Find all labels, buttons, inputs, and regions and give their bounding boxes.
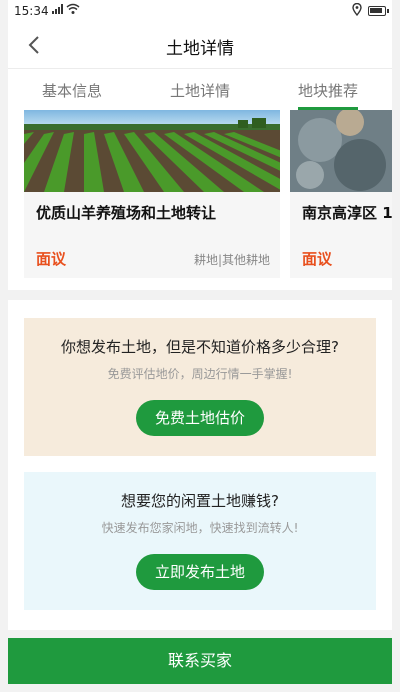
status-bar: 15:34 xyxy=(8,0,392,22)
tab-recommended-plots[interactable]: 地块推荐 xyxy=(264,69,392,110)
land-price: 面议 xyxy=(36,250,67,268)
land-photo xyxy=(24,110,280,192)
land-tags: 耕地|其他耕地 xyxy=(193,253,270,267)
app-frame: 15:34 土地详情 基本信息 土地详情 地块推荐 优质山羊养殖场和土地转让 面… xyxy=(8,0,392,692)
land-photo xyxy=(290,110,392,192)
land-title: 南京高淳区 1 xyxy=(302,204,392,222)
promo-title: 想要您的闲置土地赚钱? xyxy=(121,492,279,510)
tab-land-details[interactable]: 土地详情 xyxy=(136,69,264,110)
land-card[interactable]: 南京高淳区 1 面议 xyxy=(290,110,392,278)
promo-subtitle: 免费评估地价，周边行情一手掌握! xyxy=(107,367,293,381)
signal-icon xyxy=(52,4,64,17)
land-price: 面议 xyxy=(302,250,333,268)
promo-title: 你想发布土地，但是不知道价格多少合理? xyxy=(61,338,339,356)
location-icon xyxy=(352,2,362,19)
price-estimate-banner: 你想发布土地，但是不知道价格多少合理? 免费评估地价，周边行情一手掌握! 免费土… xyxy=(24,318,376,456)
tab-bar: 基本信息 土地详情 地块推荐 xyxy=(8,68,392,110)
page-title: 土地详情 xyxy=(166,39,234,59)
land-title: 优质山羊养殖场和土地转让 xyxy=(36,204,217,222)
free-estimate-button[interactable]: 免费土地估价 xyxy=(136,400,264,436)
publish-land-button[interactable]: 立即发布土地 xyxy=(136,554,264,590)
wifi-icon xyxy=(66,3,80,18)
battery-icon xyxy=(368,6,389,16)
tab-basic-info[interactable]: 基本信息 xyxy=(8,69,136,110)
status-time: 15:34 xyxy=(14,4,49,18)
nav-bar: 土地详情 xyxy=(8,22,392,68)
contact-buyer-button[interactable]: 联系买家 xyxy=(8,638,392,684)
promo-subtitle: 快速发布您家闲地，快速找到流转人! xyxy=(101,521,299,535)
land-card[interactable]: 优质山羊养殖场和土地转让 面议 耕地|其他耕地 xyxy=(24,110,280,278)
recommend-carousel[interactable]: 优质山羊养殖场和土地转让 面议 耕地|其他耕地 南京高淳区 1 面议 xyxy=(8,110,392,290)
publish-land-banner: 想要您的闲置土地赚钱? 快速发布您家闲地，快速找到流转人! 立即发布土地 xyxy=(24,472,376,610)
